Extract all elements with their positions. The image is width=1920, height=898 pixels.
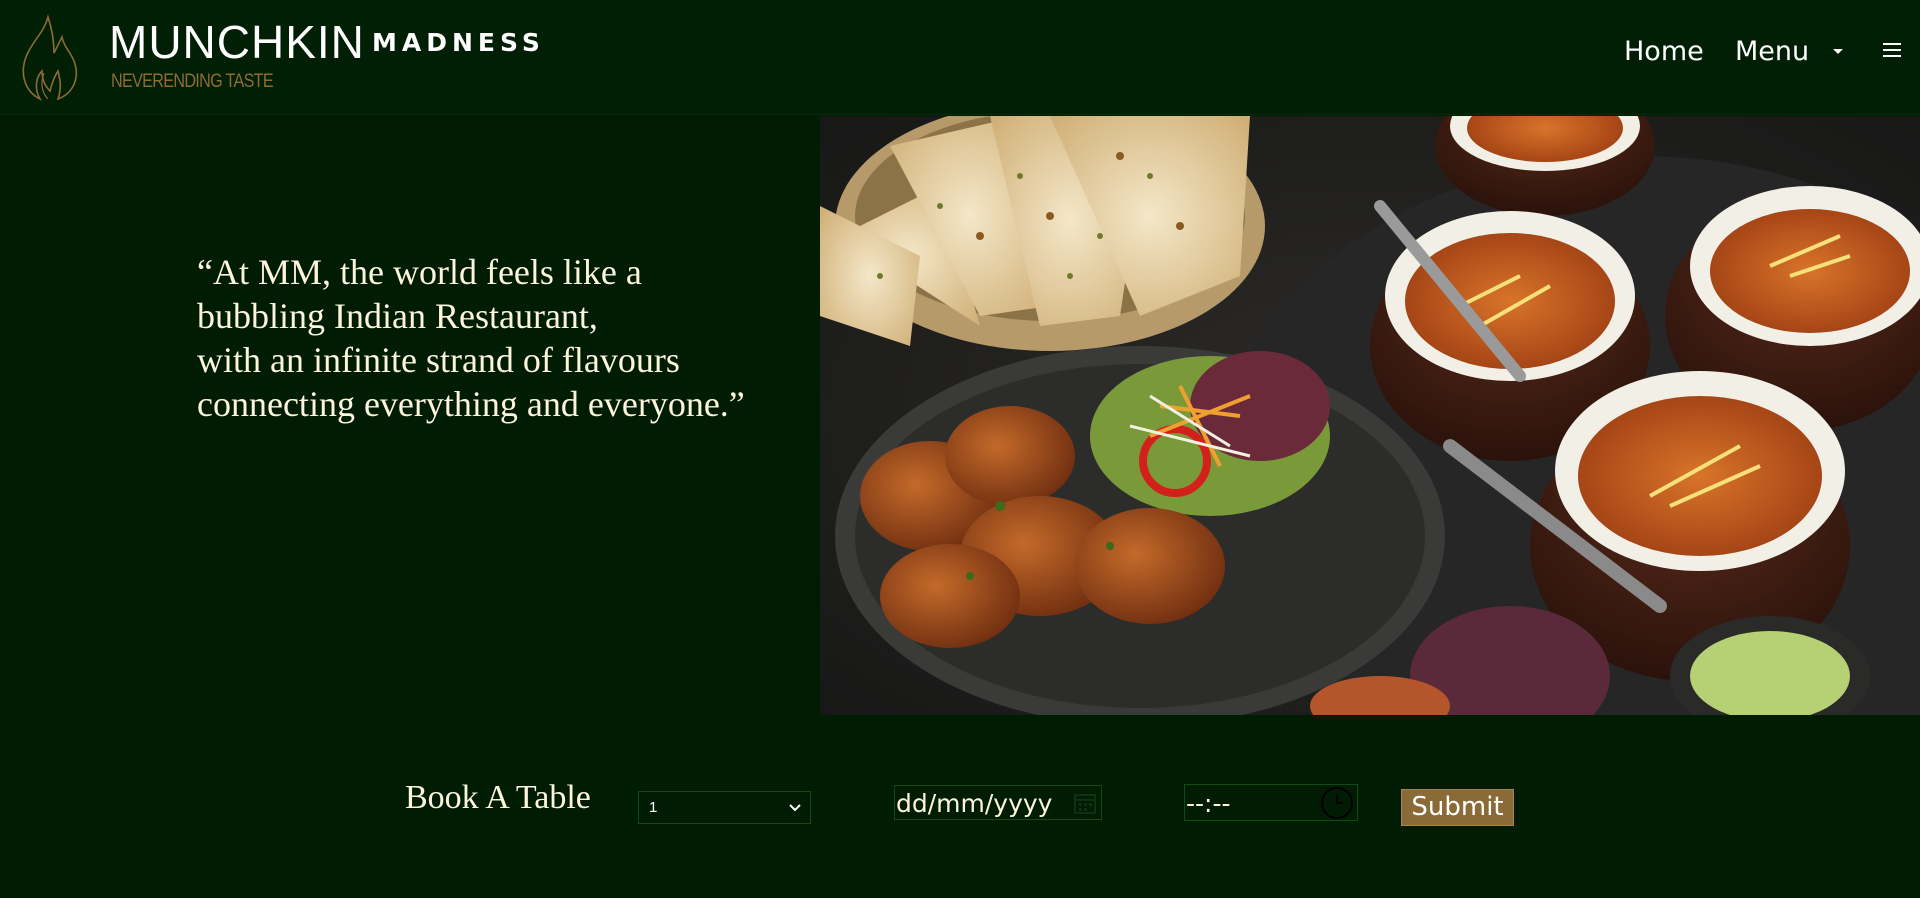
clock-icon[interactable]: [1320, 786, 1354, 820]
quote-line: connecting everything and everyone.”: [197, 384, 745, 424]
guests-select-value: 1: [649, 799, 658, 816]
nav-menu-dropdown[interactable]: Menu: [1735, 34, 1809, 70]
brand-subname[interactable]: MADNESS: [372, 26, 545, 60]
hero-food-image: [820, 116, 1920, 715]
calendar-icon[interactable]: [1072, 790, 1098, 816]
book-table-label: Book A Table: [405, 779, 591, 816]
guests-select[interactable]: 1: [638, 791, 811, 824]
quote-line: with an infinite strand of flavours: [197, 340, 680, 380]
date-input[interactable]: dd/mm/yyyy: [894, 785, 1102, 820]
date-input-placeholder: dd/mm/yyyy: [896, 789, 1053, 818]
hamburger-icon[interactable]: [1883, 43, 1901, 57]
time-input[interactable]: --:--: [1184, 784, 1358, 821]
quote-line: “At MM, the world feels like a: [197, 252, 642, 292]
caret-down-icon[interactable]: [1833, 49, 1843, 54]
hero-quote: “At MM, the world feels like a bubbling …: [197, 250, 817, 426]
time-input-placeholder: --:--: [1186, 789, 1231, 818]
nav-home-link[interactable]: Home: [1624, 34, 1704, 70]
submit-button[interactable]: Submit: [1401, 789, 1514, 826]
flame-logo-icon[interactable]: [14, 13, 84, 103]
site-header: MUNCHKIN MADNESS NEVERENDING TASTE Home …: [0, 0, 1920, 115]
chevron-down-icon: [789, 804, 801, 812]
brand-name[interactable]: MUNCHKIN: [109, 14, 365, 70]
brand-tagline: NEVERENDING TASTE: [111, 71, 274, 92]
quote-line: bubbling Indian Restaurant,: [197, 296, 598, 336]
